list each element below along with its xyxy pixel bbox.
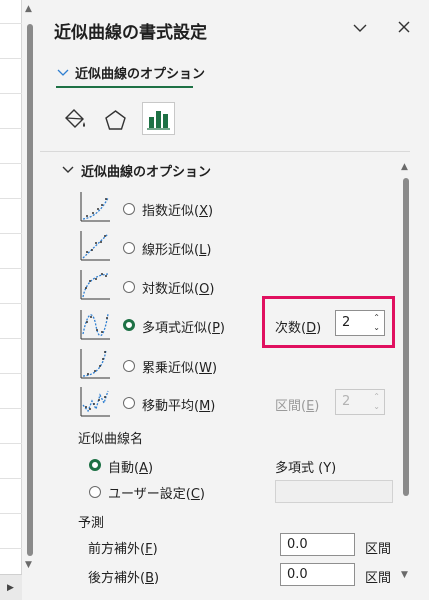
linear-trend-icon — [80, 231, 110, 261]
grid-line — [0, 443, 22, 444]
scroll-thumb[interactable] — [403, 178, 409, 496]
highlight-box — [262, 296, 395, 348]
radio-name-auto[interactable] — [89, 459, 101, 471]
label-polynomial[interactable]: 多項式近似(P) — [142, 317, 225, 336]
custom-name-input — [275, 480, 393, 503]
trendline-name-heading: 近似曲線名 — [78, 432, 144, 447]
scroll-thumb[interactable] — [27, 24, 33, 556]
pentagon-icon — [105, 110, 126, 130]
radio-logarithmic[interactable] — [123, 281, 135, 293]
section-divider — [40, 151, 410, 152]
tab-chevron-icon[interactable] — [57, 69, 69, 77]
forward-input[interactable]: 0.0 — [280, 533, 355, 556]
pane-title: 近似曲線の書式設定 — [54, 23, 207, 43]
radio-name-custom[interactable] — [89, 486, 101, 498]
forward-label: 前方補外(F) — [88, 542, 158, 557]
period-value: 2 — [342, 394, 351, 409]
chevron-down-icon[interactable] — [352, 22, 368, 34]
backward-input[interactable]: 0.0 — [280, 563, 355, 586]
backward-label: 後方補外(B) — [88, 571, 160, 586]
label-power[interactable]: 累乗近似(W) — [142, 357, 217, 376]
radio-moving-average[interactable] — [123, 397, 135, 409]
polynomial-trend-icon — [80, 310, 110, 340]
grid-line — [0, 513, 22, 514]
grid-line — [0, 478, 22, 479]
label-logarithmic[interactable]: 対数近似(O) — [142, 278, 214, 297]
moving-average-trend-icon — [80, 387, 110, 417]
radio-polynomial[interactable] — [123, 319, 135, 331]
exponential-trend-icon — [80, 192, 110, 222]
period-stepper: 2 ⌃ ⌄ — [335, 389, 385, 415]
label-name-custom[interactable]: ユーザー設定(C) — [108, 483, 205, 502]
bar-chart-icon — [147, 111, 170, 130]
scroll-down-icon[interactable]: ▼ — [401, 570, 408, 580]
radio-exponential[interactable] — [123, 203, 135, 215]
grid-line — [0, 198, 22, 199]
label-linear[interactable]: 線形近似(L) — [142, 239, 211, 258]
close-icon[interactable] — [397, 20, 411, 34]
spreadsheet-edge — [0, 0, 22, 600]
forward-unit: 区間 — [365, 542, 392, 557]
grid-line — [0, 548, 22, 549]
sheet-vertical-scrollbar[interactable]: ▲ ▼ — [22, 0, 38, 600]
logarithmic-trend-icon — [80, 270, 110, 300]
label-moving-average[interactable]: 移動平均(M) — [142, 395, 215, 414]
scroll-up-icon[interactable]: ▲ — [25, 4, 32, 14]
scroll-up-icon[interactable]: ▲ — [401, 162, 408, 172]
grid-line — [0, 303, 22, 304]
spin-arrows-icon: ⌃ ⌄ — [373, 392, 380, 411]
forecast-heading: 予測 — [78, 516, 105, 531]
tab-underline — [56, 86, 193, 88]
backward-value[interactable]: 0.0 — [287, 567, 308, 582]
grid-line — [0, 233, 22, 234]
tab-trendline-options[interactable]: 近似曲線のオプション — [75, 63, 205, 82]
period-label: 区間(E) — [275, 399, 320, 414]
section-title[interactable]: 近似曲線のオプション — [81, 161, 211, 180]
sheet-nav-button[interactable]: ▶ — [0, 574, 22, 600]
trendline-options-button[interactable] — [142, 102, 175, 135]
grid-line — [0, 338, 22, 339]
power-trend-icon — [80, 349, 110, 379]
fill-line-button[interactable] — [57, 104, 90, 137]
radio-linear[interactable] — [123, 242, 135, 254]
grid-line — [0, 58, 22, 59]
scroll-down-icon[interactable]: ▼ — [25, 560, 32, 570]
grid-line — [0, 163, 22, 164]
grid-line — [0, 128, 22, 129]
backward-unit: 区間 — [365, 571, 392, 586]
forward-value[interactable]: 0.0 — [287, 537, 308, 552]
grid-line — [0, 408, 22, 409]
radio-power[interactable] — [123, 360, 135, 372]
pane-vertical-scrollbar[interactable]: ▲ ▼ — [399, 160, 413, 600]
grid-line — [0, 268, 22, 269]
label-name-auto[interactable]: 自動(A) — [108, 457, 153, 476]
section-chevron-icon[interactable] — [62, 166, 74, 174]
grid-line — [0, 373, 22, 374]
grid-line — [0, 23, 22, 24]
label-exponential[interactable]: 指数近似(X) — [142, 200, 213, 219]
effects-button[interactable] — [99, 104, 132, 137]
auto-name-value: 多項式 (Y) — [275, 461, 337, 476]
grid-line — [0, 93, 22, 94]
paint-bucket-icon — [65, 109, 85, 128]
play-right-icon: ▶ — [7, 583, 14, 593]
